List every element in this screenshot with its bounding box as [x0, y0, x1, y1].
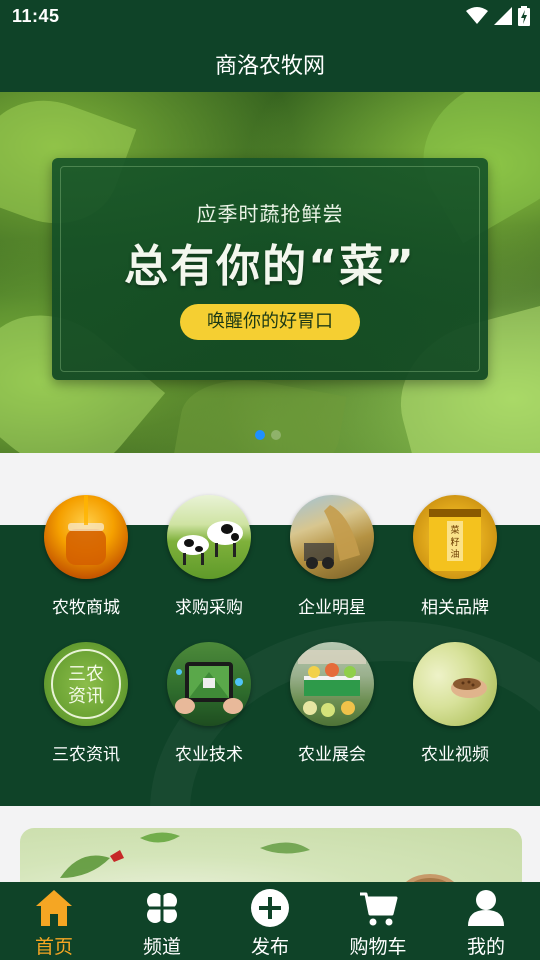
- menu-item-label: 三农资讯: [52, 745, 120, 765]
- cows-icon: [167, 495, 251, 579]
- svg-text:油: 油: [450, 548, 459, 560]
- menu-item-label: 求购采购: [175, 598, 243, 618]
- sannong-news-icon: 三农 资讯: [44, 642, 128, 726]
- menu-item-label: 农业展会: [298, 745, 366, 765]
- tab-label: 频道: [142, 936, 181, 958]
- bottom-tab-bar: 首页 频道 发布 购物车 我的: [0, 882, 540, 960]
- banner-headline: 总有你的“菜”: [124, 241, 416, 292]
- cart-icon: [360, 892, 398, 926]
- tab-publish[interactable]: 发布: [216, 882, 324, 960]
- status-time: 11:45: [12, 6, 60, 26]
- home-icon: [36, 890, 72, 926]
- menu-item-label: 农业视频: [421, 745, 489, 765]
- category-menu: 农牧商城 求购采购 企业明星 菜 籽 油 相关品牌 三农 资讯 三农资讯 农业技…: [0, 453, 540, 806]
- menu-item-label: 相关品牌: [421, 598, 489, 618]
- expo-icon: [290, 642, 374, 726]
- tablet-tech-icon: [167, 642, 251, 726]
- menu-item-label: 农牧商城: [52, 598, 120, 618]
- honey-jar-icon: [44, 495, 128, 579]
- tab-label: 购物车: [349, 936, 407, 958]
- tab-label: 首页: [34, 936, 73, 958]
- menu-item-label: 企业明星: [298, 598, 366, 618]
- rapeseed-oil-icon: 菜 籽 油: [413, 495, 497, 579]
- tab-label: 我的: [466, 936, 505, 958]
- publish-plus-icon: [251, 889, 289, 927]
- promo-banner[interactable]: 应季时蔬抢鲜尝 总有你的“菜” 唤醒你的好胃口: [0, 92, 540, 453]
- status-bar: 11:45: [0, 0, 540, 34]
- content-area: [0, 806, 540, 908]
- banner-card: 应季时蔬抢鲜尝 总有你的“菜” 唤醒你的好胃口: [52, 158, 488, 380]
- wifi-icon: [466, 7, 488, 24]
- harvest-icon: [290, 495, 374, 579]
- banner-subtitle: 应季时蔬抢鲜尝: [196, 202, 344, 226]
- svg-text:籽: 籽: [450, 536, 459, 548]
- svg-text:菜: 菜: [450, 524, 459, 536]
- tab-cart[interactable]: 购物车: [324, 882, 432, 960]
- app-header: 商洛农牧网: [0, 34, 540, 92]
- battery-charging-icon: [518, 6, 530, 26]
- svg-text:资讯: 资讯: [68, 686, 104, 707]
- status-icons: [466, 6, 530, 26]
- menu-item-label: 农业技术: [175, 745, 243, 765]
- channels-icon: [146, 892, 178, 924]
- svg-text:三农: 三农: [68, 664, 104, 685]
- signal-icon: [494, 7, 512, 25]
- banner-cta-button[interactable]: 唤醒你的好胃口: [180, 304, 360, 340]
- leaf-decoration: [173, 368, 347, 453]
- tab-channels[interactable]: 频道: [108, 882, 216, 960]
- tab-profile[interactable]: 我的: [432, 882, 540, 960]
- profile-icon: [468, 890, 504, 926]
- tab-home[interactable]: 首页: [0, 882, 108, 960]
- page-title: 商洛农牧网: [214, 54, 325, 79]
- tab-label: 发布: [250, 936, 289, 958]
- carousel-dot-active[interactable]: [255, 430, 265, 440]
- carousel-dot[interactable]: [271, 430, 281, 440]
- grain-hand-icon: [413, 642, 497, 726]
